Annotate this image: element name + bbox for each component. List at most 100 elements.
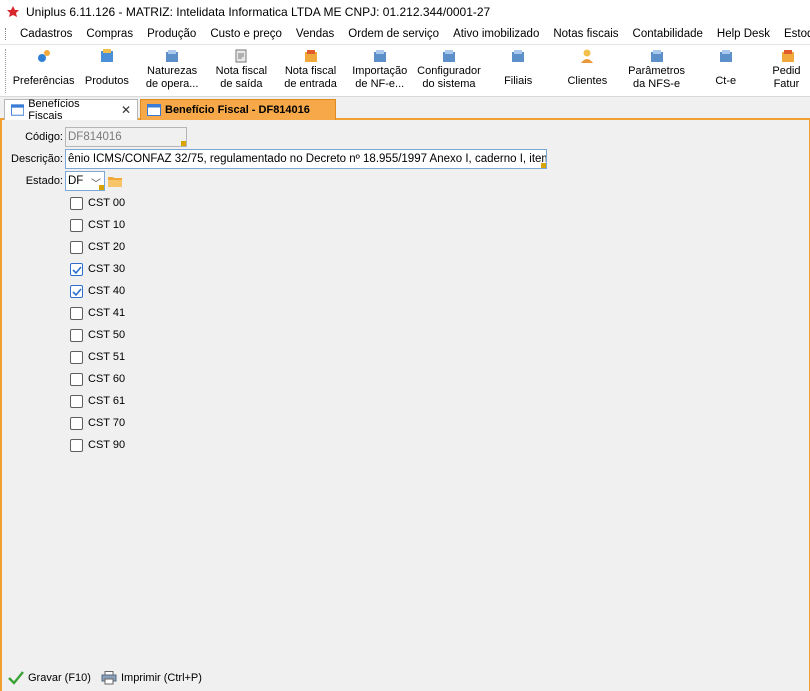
cst-60-checkbox[interactable]: CST 60 (70, 371, 125, 387)
menu-compras[interactable]: Compras (79, 28, 140, 40)
cst-label: CST 50 (88, 329, 126, 341)
gravar-label: Gravar (F10) (28, 672, 91, 684)
checkbox-box[interactable] (70, 438, 83, 452)
checkbox-box[interactable] (70, 218, 83, 232)
importacao-button[interactable]: Importação de NF-e... (345, 45, 414, 97)
toolbar-grip[interactable] (5, 49, 8, 93)
parametros-label: Parâmetros da NFS-e (628, 65, 685, 90)
cst-70-checkbox[interactable]: CST 70 (70, 415, 125, 431)
preferencias-label: Preferências (12, 75, 75, 87)
imprimir-button[interactable]: Imprimir (Ctrl+P) (101, 671, 202, 685)
printer-icon (101, 671, 117, 685)
menu-ordem-servico[interactable]: Ordem de serviço (341, 28, 446, 40)
cst-51-checkbox[interactable]: CST 51 (70, 349, 125, 365)
codigo-label: Código: (25, 131, 63, 143)
menu-cadastros[interactable]: Cadastros (13, 28, 79, 40)
menu-help-desk[interactable]: Help Desk (710, 28, 777, 40)
clientes-button[interactable]: Clientes (553, 45, 622, 97)
cst-label: CST 51 (88, 351, 126, 363)
produtos-label: Produtos (84, 75, 129, 87)
checkbox-box[interactable] (70, 196, 83, 210)
preferencias-button[interactable]: Preferências (11, 45, 76, 97)
menu-estoque[interactable]: Estoq (777, 28, 810, 40)
naturezas-label: Naturezas de opera... (145, 65, 199, 90)
descricao-label: Descrição: (11, 153, 63, 165)
folder-search-icon[interactable] (107, 173, 123, 189)
filiais-button[interactable]: Filiais (484, 45, 553, 97)
cst-50-checkbox[interactable]: CST 50 (70, 327, 125, 343)
menu-custo-preco[interactable]: Custo e preço (203, 28, 289, 40)
cte-label: Ct-e (715, 75, 737, 87)
pedidos-button[interactable]: Pedid Fatur (760, 45, 810, 97)
parametros-icon (650, 50, 663, 62)
checkbox-box[interactable] (70, 306, 83, 320)
cte-button[interactable]: Ct-e (691, 45, 760, 97)
menu-bar: Cadastros Compras Produção Custo e preço… (0, 23, 810, 45)
cst-40-checkbox[interactable]: CST 40 (70, 283, 125, 299)
gravar-button[interactable]: Gravar (F10) (8, 671, 91, 685)
cst-10-checkbox[interactable]: CST 10 (70, 217, 125, 233)
cst-00-checkbox[interactable]: CST 00 (70, 195, 125, 211)
cst-90-checkbox[interactable]: CST 90 (70, 437, 125, 453)
naturezas-icon (166, 50, 179, 62)
importacao-icon (373, 50, 386, 62)
cst-20-checkbox[interactable]: CST 20 (70, 239, 125, 255)
importacao-label: Importação de NF-e... (352, 65, 408, 90)
configurador-button[interactable]: Configurador do sistema (414, 45, 483, 97)
cst-label: CST 60 (88, 373, 126, 385)
menu-notas-fiscais[interactable]: Notas fiscais (546, 28, 625, 40)
menu-contabilidade[interactable]: Contabilidade (626, 28, 710, 40)
produtos-button[interactable]: Produtos (76, 45, 137, 97)
cst-61-checkbox[interactable]: CST 61 (70, 393, 125, 409)
checkmark-icon (72, 287, 82, 296)
nota-saida-label: Nota fiscal de saída (215, 65, 268, 90)
window-title: Uniplus 6.11.126 - MATRIZ: Intelidata In… (26, 4, 491, 19)
nota-entrada-label: Nota fiscal de entrada (284, 65, 337, 90)
cst-label: CST 10 (88, 219, 126, 231)
toolbar: Preferências Produtos Naturezas de opera… (0, 45, 810, 97)
cst-label: CST 61 (88, 395, 126, 407)
naturezas-button[interactable]: Naturezas de opera... (138, 45, 207, 97)
tab-beneficio-fiscal-df814016[interactable]: Benefício Fiscal - DF814016 (140, 99, 336, 120)
tab-label: Benefício Fiscal - DF814016 (165, 104, 310, 116)
menu-grip[interactable] (5, 27, 6, 40)
title-bar: Uniplus 6.11.126 - MATRIZ: Intelidata In… (0, 0, 810, 23)
checkbox-box[interactable] (70, 284, 83, 298)
menu-producao[interactable]: Produção (140, 28, 203, 40)
cst-30-checkbox[interactable]: CST 30 (70, 261, 125, 277)
nota-entrada-button[interactable]: Nota fiscal de entrada (276, 45, 345, 97)
configurador-icon (442, 50, 455, 62)
codigo-field[interactable]: DF814016 (65, 127, 187, 147)
pedidos-label: Pedid Fatur (772, 65, 801, 90)
checkbox-box[interactable] (70, 394, 83, 408)
descricao-field[interactable]: ênio ICMS/CONFAZ 32/75, regulamentado no… (65, 149, 547, 169)
tab-label: Benefícios Fiscais (28, 98, 80, 122)
configurador-label: Configurador do sistema (417, 65, 481, 90)
field-marker-icon (181, 141, 186, 146)
cst-41-checkbox[interactable]: CST 41 (70, 305, 125, 321)
app-logo-icon (7, 5, 19, 17)
nota-saida-button[interactable]: Nota fiscal de saída (207, 45, 276, 97)
preferences-icon (37, 50, 50, 62)
cst-label: CST 70 (88, 417, 126, 429)
estado-value: DF (68, 175, 84, 187)
products-icon (100, 49, 113, 62)
checkbox-box[interactable] (70, 240, 83, 254)
nota-entrada-icon (304, 50, 317, 62)
checkmark-icon (8, 671, 24, 685)
window-icon (147, 104, 161, 116)
checkbox-box[interactable] (70, 328, 83, 342)
tab-beneficios-fiscais[interactable]: Benefícios Fiscais ✕ (4, 98, 138, 122)
checkbox-box[interactable] (70, 416, 83, 430)
checkbox-box[interactable] (70, 350, 83, 364)
close-icon[interactable]: ✕ (121, 103, 131, 117)
menu-vendas[interactable]: Vendas (289, 28, 341, 40)
menu-ativo-imobilizado[interactable]: Ativo imobilizado (446, 28, 546, 40)
field-marker-icon (99, 185, 104, 190)
parametros-nfse-button[interactable]: Parâmetros da NFS-e (622, 45, 691, 97)
estado-label: Estado: (25, 175, 63, 187)
checkbox-box[interactable] (70, 372, 83, 386)
estado-select[interactable]: DF ﹀ (65, 171, 105, 191)
action-bar: Gravar (F10) Imprimir (Ctrl+P) (2, 665, 809, 691)
checkbox-box[interactable] (70, 262, 83, 276)
